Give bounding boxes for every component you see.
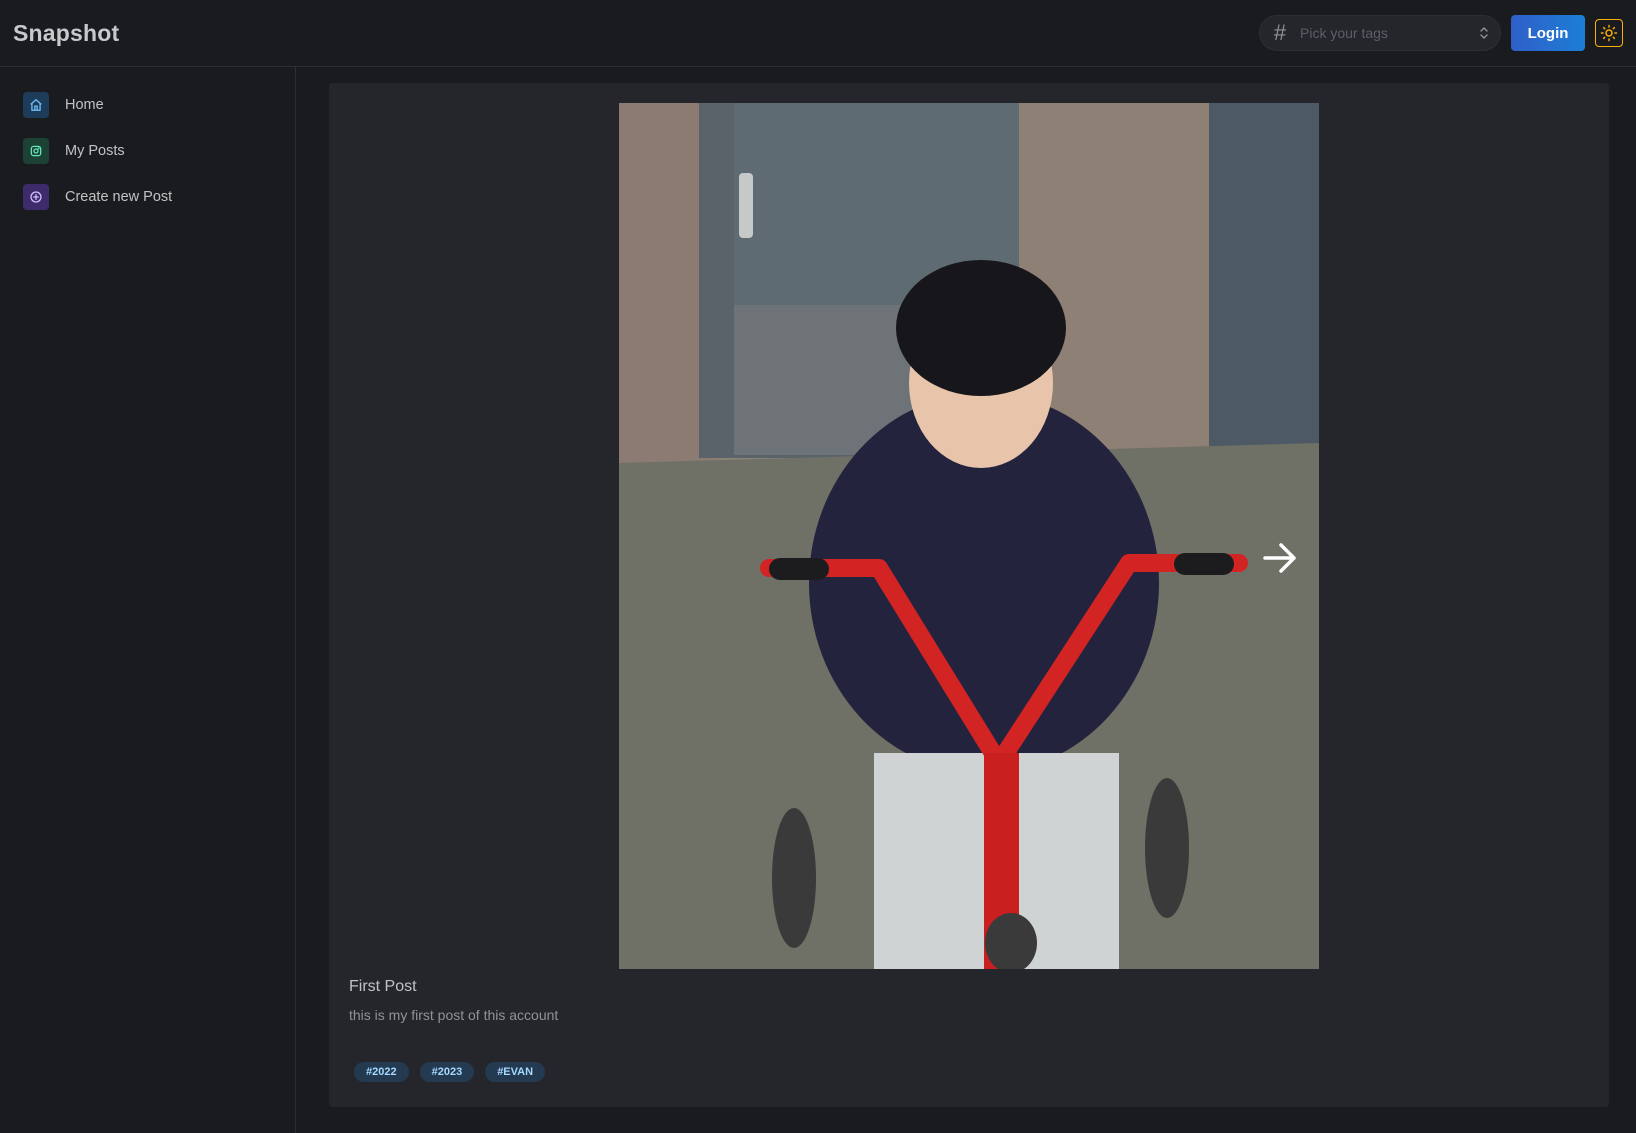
sidebar-item-home[interactable]: Home (23, 90, 295, 120)
sidebar-item-create-post[interactable]: Create new Post (23, 182, 295, 212)
post-description: this is my first post of this account (349, 1007, 559, 1023)
app-logo[interactable]: Snapshot (13, 20, 119, 47)
home-icon (23, 92, 49, 118)
tag-badge[interactable]: #2022 (354, 1062, 409, 1082)
sidebar-item-my-posts[interactable]: My Posts (23, 136, 295, 166)
instagram-icon (23, 138, 49, 164)
header-actions: # Pick your tags Login (1259, 15, 1623, 51)
post-title: First Post (349, 978, 417, 995)
post-tags: #2022 #2023 #EVAN (354, 1062, 546, 1082)
sidebar-item-label: My Posts (65, 143, 125, 159)
tag-badge[interactable]: #2023 (419, 1062, 475, 1082)
post-card: First Post this is my first post of this… (329, 83, 1609, 1107)
tag-picker[interactable]: # Pick your tags (1259, 15, 1501, 51)
child-on-tricycle-photo (619, 103, 1319, 969)
arrow-right-icon (1263, 543, 1296, 573)
header: Snapshot # Pick your tags Login (0, 0, 1636, 67)
next-image-button[interactable] (1260, 538, 1300, 578)
theme-toggle-button[interactable] (1595, 19, 1623, 47)
plus-circle-icon (23, 184, 49, 210)
chevron-up-down-icon (1478, 24, 1490, 42)
sidebar-item-label: Create new Post (65, 189, 173, 205)
tag-picker-placeholder: Pick your tags (1300, 25, 1388, 41)
sun-icon (1600, 24, 1618, 42)
sidebar: Home My Posts Create new Post (0, 67, 296, 1133)
login-button[interactable]: Login (1511, 15, 1585, 51)
sidebar-item-label: Home (65, 97, 104, 113)
post-photo[interactable] (619, 103, 1319, 969)
tag-badge[interactable]: #EVAN (485, 1062, 546, 1082)
hash-icon: # (1273, 20, 1287, 45)
